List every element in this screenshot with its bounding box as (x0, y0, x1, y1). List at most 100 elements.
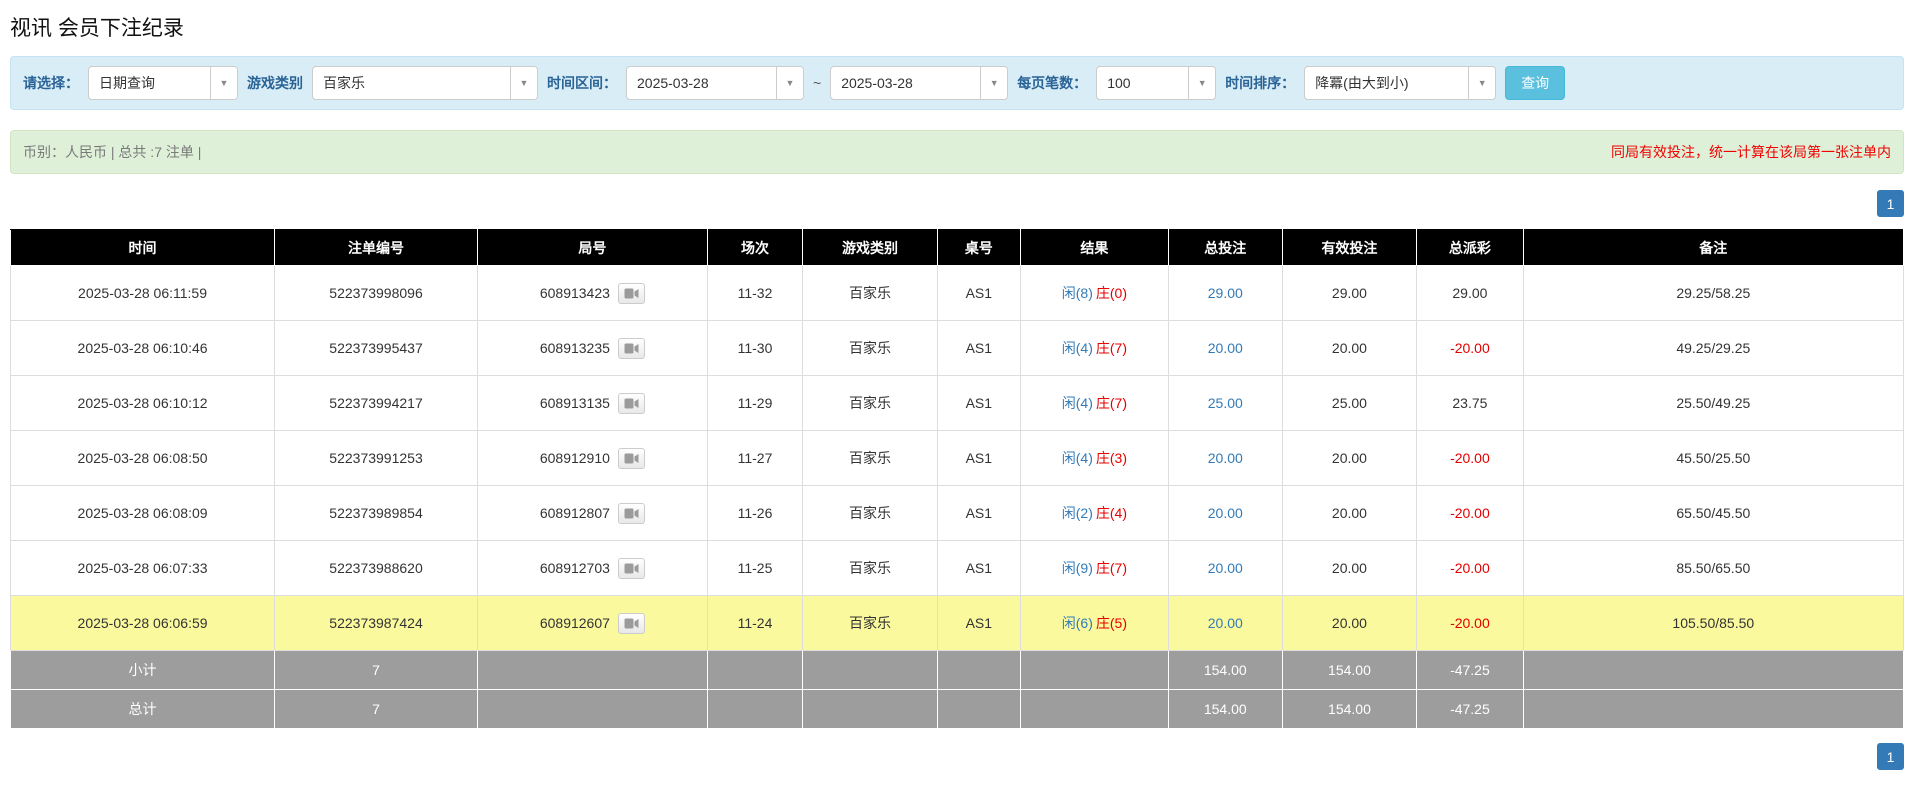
caret-down-icon[interactable]: ▼ (1188, 67, 1216, 99)
col-header-round-id: 局号 (476, 229, 708, 266)
video-replay-icon[interactable] (617, 282, 645, 304)
footer-empty-result (1019, 650, 1169, 690)
date-from-value: 2025-03-28 (637, 75, 709, 91)
result-player: 闲(6) (1061, 615, 1093, 631)
result-player: 闲(9) (1061, 560, 1093, 576)
cell-session: 11-29 (706, 375, 804, 431)
cell-game-type: 百家乐 (802, 485, 938, 541)
result-player: 闲(4) (1061, 395, 1093, 411)
cell-note: 25.50/49.25 (1522, 375, 1905, 431)
cell-session: 11-24 (706, 595, 804, 651)
result-banker: 庄(7) (1095, 340, 1127, 356)
footer-total-bet: 154.00 (1167, 650, 1283, 690)
cell-total-bet[interactable]: 20.00 (1167, 485, 1283, 541)
cell-round: 608913135 (476, 375, 708, 431)
cell-game-type: 百家乐 (802, 595, 938, 651)
cell-note: 49.25/29.25 (1522, 320, 1905, 376)
video-replay-icon[interactable] (617, 337, 645, 359)
cell-table-number: AS1 (936, 375, 1021, 431)
video-replay-icon[interactable] (617, 447, 645, 469)
caret-down-icon[interactable]: ▼ (1468, 67, 1496, 99)
footer-valid-bet: 154.00 (1281, 650, 1418, 690)
cell-round: 608912607 (476, 595, 708, 651)
video-replay-icon[interactable] (617, 612, 645, 634)
cell-payout: 29.00 (1416, 265, 1524, 321)
cell-total-bet[interactable]: 25.00 (1167, 375, 1283, 431)
cell-game-type: 百家乐 (802, 265, 938, 321)
cell-result: 闲(8) 庄(0) (1019, 265, 1169, 321)
footer-empty-table (936, 689, 1021, 729)
caret-down-icon[interactable]: ▼ (776, 67, 803, 99)
caret-down-icon[interactable]: ▼ (210, 67, 237, 99)
footer-empty-round (476, 650, 708, 690)
footer-empty-note (1522, 689, 1905, 729)
cell-payout: -20.00 (1416, 595, 1524, 651)
cell-session: 11-32 (706, 265, 804, 321)
cell-game-type: 百家乐 (802, 430, 938, 486)
cell-time: 2025-03-28 06:06:59 (9, 595, 276, 651)
bet-records-table: 时间 注单编号 局号 场次 游戏类别 桌号 结果 总投注 有效投注 总派彩 备注… (9, 229, 1905, 729)
search-button[interactable]: 查询 (1505, 66, 1566, 100)
cell-session: 11-25 (706, 540, 804, 596)
round-number: 608912807 (539, 505, 610, 521)
col-header-valid-bet: 有效投注 (1281, 229, 1418, 266)
video-replay-icon[interactable] (617, 502, 645, 524)
page-1-button[interactable]: 1 (1877, 743, 1904, 770)
cell-table-number: AS1 (936, 320, 1021, 376)
page-1-button[interactable]: 1 (1877, 190, 1904, 217)
cell-bet-id: 522373987424 (274, 595, 478, 651)
summary-bar: 币别：人民币 | 总共 :7 注单 | 同局有效投注，统一计算在该局第一张注单内 (10, 130, 1904, 174)
per-page-dropdown[interactable]: 100 ▼ (1096, 66, 1217, 100)
col-header-time: 时间 (9, 229, 276, 266)
footer-empty-note (1522, 650, 1905, 690)
col-header-payout: 总派彩 (1416, 229, 1524, 266)
cell-total-bet[interactable]: 20.00 (1167, 540, 1283, 596)
footer-empty-game (802, 650, 938, 690)
table-row: 2025-03-28 06:10:12 522373994217 6089131… (9, 375, 1905, 431)
cell-payout: -20.00 (1416, 430, 1524, 486)
footer-label: 小计 (9, 650, 276, 690)
cell-note: 105.50/85.50 (1522, 595, 1905, 651)
cell-time: 2025-03-28 06:10:46 (9, 320, 276, 376)
round-number: 608913423 (539, 285, 610, 301)
result-player: 闲(4) (1061, 340, 1093, 356)
game-type-dropdown[interactable]: 百家乐 ▼ (312, 66, 538, 100)
date-range-separator: ~ (813, 75, 822, 91)
footer-label: 总计 (9, 689, 276, 729)
round-number: 608912607 (539, 615, 610, 631)
page-title: 视讯 会员下注纪录 (10, 17, 184, 40)
video-replay-icon[interactable] (617, 557, 645, 579)
cell-round: 608912703 (476, 540, 708, 596)
result-banker: 庄(7) (1095, 395, 1127, 411)
cell-note: 65.50/45.50 (1522, 485, 1905, 541)
cell-table-number: AS1 (936, 265, 1021, 321)
caret-down-icon[interactable]: ▼ (980, 67, 1008, 99)
col-header-total-bet: 总投注 (1167, 229, 1283, 266)
cell-bet-id: 522373998096 (274, 265, 478, 321)
footer-count: 7 (274, 689, 478, 729)
cell-total-bet[interactable]: 20.00 (1167, 320, 1283, 376)
cell-total-bet[interactable]: 29.00 (1167, 265, 1283, 321)
table-row: 2025-03-28 06:06:59 522373987424 6089126… (9, 595, 1905, 651)
cell-total-bet[interactable]: 20.00 (1167, 430, 1283, 486)
cell-total-bet[interactable]: 20.00 (1167, 595, 1283, 651)
cell-bet-id: 522373988620 (274, 540, 478, 596)
cell-game-type: 百家乐 (802, 540, 938, 596)
cell-time: 2025-03-28 06:08:50 (9, 430, 276, 486)
cell-table-number: AS1 (936, 485, 1021, 541)
caret-down-icon[interactable]: ▼ (510, 67, 537, 99)
date-to-picker[interactable]: 2025-03-28 ▼ (830, 66, 1009, 100)
cell-bet-id: 522373991253 (274, 430, 478, 486)
video-replay-icon[interactable] (617, 392, 645, 414)
filter-label-select: 请选择： (23, 75, 79, 91)
time-sort-dropdown[interactable]: 降冪(由大到小) ▼ (1304, 66, 1497, 100)
footer-empty-table (936, 650, 1021, 690)
date-from-picker[interactable]: 2025-03-28 ▼ (626, 66, 804, 100)
cell-note: 45.50/25.50 (1522, 430, 1905, 486)
game-type-value: 百家乐 (323, 75, 365, 91)
cell-valid-bet: 20.00 (1281, 320, 1418, 376)
query-type-dropdown[interactable]: 日期查询 ▼ (88, 66, 238, 100)
round-number: 608913235 (539, 340, 610, 356)
table-row: 2025-03-28 06:07:33 522373988620 6089127… (9, 540, 1905, 596)
cell-session: 11-30 (706, 320, 804, 376)
